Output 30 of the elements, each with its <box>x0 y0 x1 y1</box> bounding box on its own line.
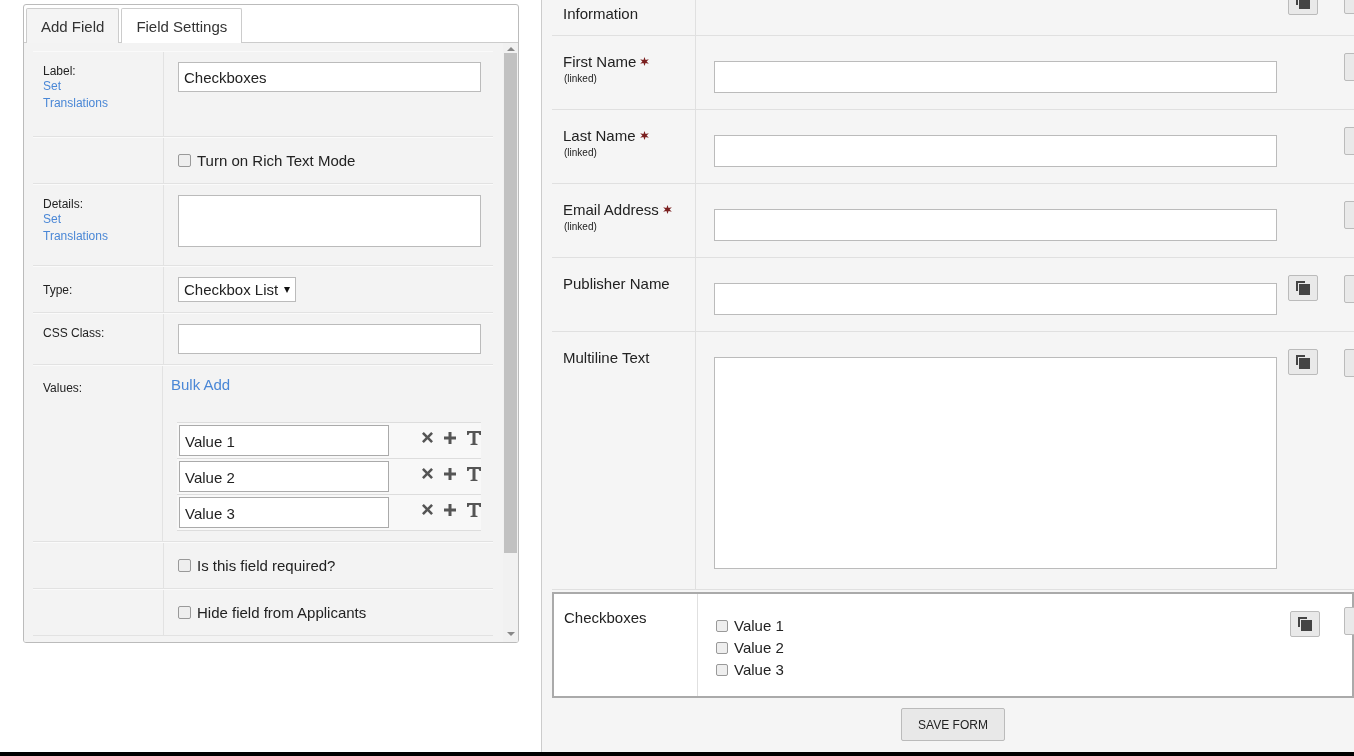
field-label: Last Name <box>563 127 636 144</box>
input-field[interactable]: Checkboxes <box>178 62 481 92</box>
field-label: Information <box>563 5 639 22</box>
checkbox-label: Value 2 <box>734 639 784 656</box>
field-label: Label: <box>43 64 77 78</box>
field-label: Multiline Text <box>563 349 650 366</box>
checkbox-label: Value 3 <box>734 661 784 678</box>
tab[interactable]: Add Field <box>26 8 120 43</box>
linked-note: (linked) <box>564 221 598 232</box>
tab[interactable]: Field Settings <box>121 8 243 44</box>
linked-note: (linked) <box>564 147 598 158</box>
selected-field-row[interactable]: Checkboxes Value 1 Value 2 Value 3 <box>552 592 1354 698</box>
linked-note: (linked) <box>564 73 598 84</box>
checkbox-label: Turn on Rich Text Mode <box>197 152 356 169</box>
value-input[interactable]: Value 2 <box>179 461 389 492</box>
checkbox-label: Is this field required? <box>197 557 336 574</box>
checkbox-label: Hide field from Applicants <box>197 604 367 621</box>
type-dropdown[interactable]: Checkbox List <box>178 277 297 302</box>
field-label: Values: <box>43 381 84 395</box>
checkbox-label: Value 1 <box>734 617 784 634</box>
field-label: Checkboxes <box>564 609 647 626</box>
value-input[interactable]: Value 3 <box>179 497 389 528</box>
field-label: Email Address <box>563 201 659 218</box>
field-label: Details: <box>43 197 84 211</box>
field-label: CSS Class: <box>43 326 106 340</box>
field-label: Type: <box>43 283 74 297</box>
field-label: Publisher Name <box>563 275 670 292</box>
save-form-button[interactable]: SAVE FORM <box>901 708 1005 741</box>
field-label: First Name <box>563 53 637 70</box>
value-input[interactable]: Value 1 <box>179 425 389 456</box>
